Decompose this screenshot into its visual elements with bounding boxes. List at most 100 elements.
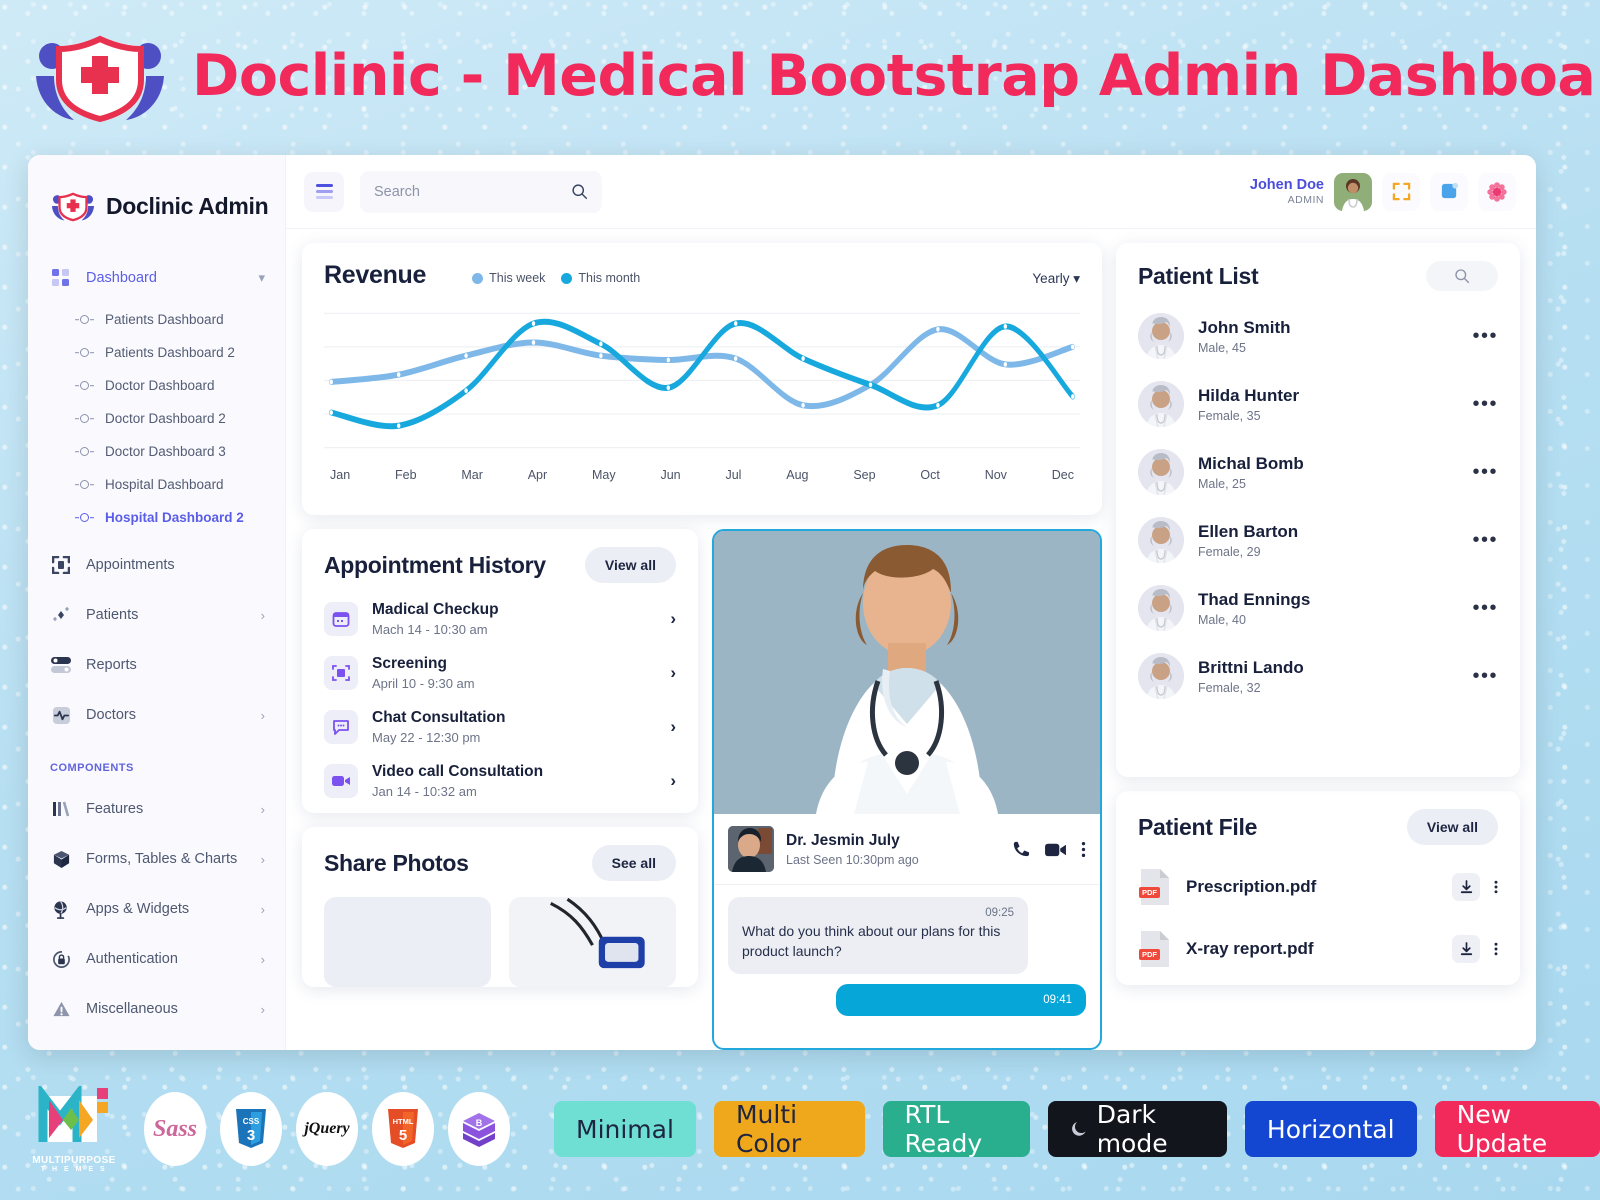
sidebar-brand[interactable]: Doclinic Admin	[28, 155, 285, 231]
badge-new-update[interactable]: New Update	[1434, 1100, 1600, 1158]
user-meta[interactable]: Johen Doe ADMIN	[1250, 177, 1324, 206]
doctors-pulse-icon	[50, 704, 72, 726]
kebab-menu-icon[interactable]	[1494, 879, 1498, 896]
patient-row[interactable]: Ellen Barton Female, 29 •••	[1138, 517, 1498, 563]
sidebar-item-apps-widgets[interactable]: Apps & Widgets ›	[28, 884, 285, 934]
chat-message-time: 09:41	[1043, 993, 1072, 1006]
patient-row[interactable]: John Smith Male, 45 •••	[1138, 313, 1498, 359]
appointment-text: Madical Checkup Mach 14 - 10:30 am	[372, 601, 656, 637]
appointments-view-all-button[interactable]: View all	[584, 547, 676, 583]
patient-row-menu[interactable]: •••	[1472, 462, 1498, 482]
sidebar-item-doctors[interactable]: Doctors ›	[28, 690, 285, 740]
patient-name: Michal Bomb	[1198, 453, 1304, 473]
appointment-row[interactable]: Video call Consultation Jan 14 - 10:32 am…	[324, 763, 676, 799]
download-icon[interactable]	[1452, 935, 1480, 963]
sidebar-subitem-6[interactable]: Hospital Dashboard 2	[28, 501, 285, 534]
sidebar-item-label: Dashboard	[86, 270, 157, 286]
sidebar-subitem-3[interactable]: Doctor Dashboard 2	[28, 402, 285, 435]
phone-icon[interactable]	[1011, 840, 1030, 859]
patient-row-menu[interactable]: •••	[1472, 530, 1498, 550]
messages-icon[interactable]	[1430, 172, 1468, 211]
patient-row-menu[interactable]: •••	[1472, 598, 1498, 618]
html5-icon: HTML 5	[372, 1092, 434, 1166]
badge-rtl-ready[interactable]: RTL Ready	[882, 1100, 1030, 1158]
search-input[interactable]	[374, 183, 571, 200]
chevron-right-icon[interactable]: ›	[670, 609, 676, 629]
sidebar-item-dashboard[interactable]: Dashboard ▾	[28, 253, 285, 303]
patient-row[interactable]: Thad Ennings Male, 40 •••	[1138, 585, 1498, 631]
patient-list-card: Patient List John Smith Male, 45 ••• Hilda …	[1116, 243, 1520, 777]
chevron-down-icon: ▾	[258, 270, 265, 285]
patient-file-view-all-button[interactable]: View all	[1406, 809, 1498, 845]
chat-icon	[324, 710, 358, 744]
x-tick-label: Feb	[394, 468, 417, 482]
calendar-icon	[324, 602, 358, 636]
sidebar-item-appointments[interactable]: Appointments	[28, 540, 285, 590]
file-row[interactable]: PDF X-ray report.pdf	[1138, 929, 1498, 969]
file-row[interactable]: PDF Prescription.pdf	[1138, 867, 1498, 907]
sidebar-subitem-5[interactable]: Hospital Dashboard	[28, 468, 285, 501]
sidebar-subitem-4[interactable]: Doctor Dashboard 3	[28, 435, 285, 468]
kebab-menu-icon[interactable]	[1081, 840, 1086, 859]
patient-rows: John Smith Male, 45 ••• Hilda Hunter Female,…	[1138, 313, 1498, 699]
chat-messages: 09:25 What do you think about our plans …	[714, 885, 1100, 1028]
fullscreen-icon[interactable]	[1382, 172, 1420, 211]
sidebar-item-forms-tables-charts[interactable]: Forms, Tables & Charts ›	[28, 834, 285, 884]
share-photos-see-all-button[interactable]: See all	[591, 845, 676, 881]
warning-icon	[50, 998, 72, 1020]
doclinic-shield-logo	[36, 35, 164, 122]
download-icon[interactable]	[1452, 873, 1480, 901]
patient-row-menu[interactable]: •••	[1472, 394, 1498, 414]
sidebar-main-items: Appointments Patients › Reports Doctors ›	[28, 540, 285, 740]
sidebar-item-label: Patients	[86, 607, 139, 623]
period-dropdown[interactable]: Yearly ▾	[1032, 271, 1080, 287]
badge-minimal[interactable]: Minimal	[554, 1101, 696, 1157]
badge-dark-mode[interactable]: Dark mode	[1047, 1100, 1227, 1158]
avatar[interactable]	[1334, 172, 1372, 211]
patient-meta: Thad Ennings Male, 40	[1198, 590, 1310, 627]
patient-row[interactable]: Brittni Lando Female, 32 •••	[1138, 653, 1498, 699]
sidebar-item-features[interactable]: Features ›	[28, 784, 285, 834]
hamburger-icon[interactable]	[304, 171, 344, 212]
sidebar-section-title: COMPONENTS	[50, 762, 134, 774]
chevron-right-icon[interactable]: ›	[670, 771, 676, 791]
chevron-right-icon: ›	[260, 607, 265, 623]
sidebar-subitem-0[interactable]: Patients Dashboard	[28, 303, 285, 336]
patient-row-menu[interactable]: •••	[1472, 326, 1498, 346]
photo-thumbnail[interactable]	[509, 897, 676, 987]
appointment-row[interactable]: Chat Consultation May 22 - 12:30 pm ›	[324, 709, 676, 745]
sidebar-item-patients[interactable]: Patients ›	[28, 590, 285, 640]
revenue-title: Revenue	[324, 261, 427, 289]
patient-row[interactable]: Michal Bomb Male, 25 •••	[1138, 449, 1498, 495]
chevron-right-icon: ›	[260, 1001, 265, 1017]
video-camera-icon[interactable]	[1044, 840, 1067, 859]
sidebar-item-authentication[interactable]: Authentication ›	[28, 934, 285, 984]
sidebar-item-miscellaneous[interactable]: Miscellaneous ›	[28, 984, 285, 1034]
sidebar-subitem-1[interactable]: Patients Dashboard 2	[28, 336, 285, 369]
chevron-right-icon[interactable]: ›	[670, 717, 676, 737]
patient-search-button[interactable]	[1426, 261, 1498, 291]
patient-row-menu[interactable]: •••	[1472, 666, 1498, 686]
sidebar-item-label: Forms, Tables & Charts	[86, 851, 238, 867]
badge-multi-color[interactable]: Multi Color	[713, 1100, 865, 1158]
x-tick-label: Nov	[984, 468, 1007, 482]
appointment-text: Screening April 10 - 9:30 am	[372, 655, 656, 691]
chevron-right-icon[interactable]: ›	[670, 663, 676, 683]
tech-icons: Sass CSS 3 jQuery HTML 5 B	[144, 1092, 510, 1166]
patient-details: Female, 29	[1198, 544, 1261, 559]
search-box[interactable]	[360, 170, 602, 213]
chart-point	[329, 379, 334, 385]
appointment-row[interactable]: Madical Checkup Mach 14 - 10:30 am ›	[324, 601, 676, 637]
notifications-icon[interactable]	[1478, 172, 1516, 211]
doclinic-logo-icon	[51, 192, 95, 222]
patient-row[interactable]: Hilda Hunter Female, 35 •••	[1138, 381, 1498, 427]
avatar	[1138, 653, 1184, 699]
sidebar-subitem-2[interactable]: Doctor Dashboard	[28, 369, 285, 402]
chart-point	[733, 356, 738, 361]
patient-details: Male, 40	[1198, 612, 1246, 627]
appointment-row[interactable]: Screening April 10 - 9:30 am ›	[324, 655, 676, 691]
photo-thumbnail[interactable]	[324, 897, 491, 987]
sidebar-item-reports[interactable]: Reports	[28, 640, 285, 690]
badge-horizontal[interactable]: Horizontal	[1244, 1101, 1417, 1157]
kebab-menu-icon[interactable]	[1494, 941, 1498, 958]
